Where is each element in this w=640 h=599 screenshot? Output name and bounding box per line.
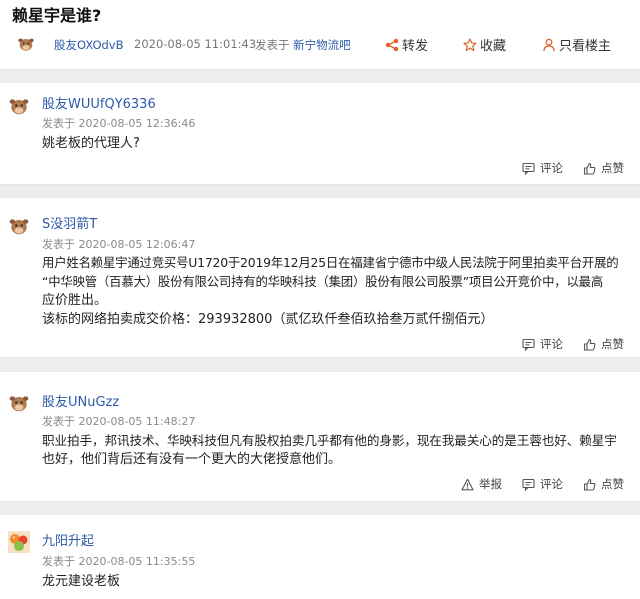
post-title: 赖星宇是谁? <box>12 6 102 25</box>
like-label: 点赞 <box>601 477 624 491</box>
comment-line: 也好，他们背后还有没有一个更大的大佬授意他们。 <box>42 452 342 467</box>
comment-time: 发表于 2020-08-05 12:06:47 <box>42 236 195 252</box>
comment-item: 股友WUUfQY6336 发表于 2020-08-05 12:36:46 姚老板… <box>0 83 640 185</box>
report-button[interactable]: 举报 <box>461 476 502 492</box>
comment-line: 该标的网络拍卖成交价格：293932800（贰亿玖仟叁佰玖拾叁万贰仟捌佰元） <box>42 312 494 327</box>
posted-prefix: 发表于 <box>42 238 75 251</box>
comment-item: S没羽箭T 发表于 2020-08-05 12:06:47 用户姓名赖星宇通过竞… <box>0 198 640 358</box>
posted-in-prefix: 发表于 <box>255 38 290 52</box>
favorite-label: 收藏 <box>480 39 507 54</box>
comment-timestamp: 2020-08-05 12:36:46 <box>78 117 196 130</box>
comment-timestamp: 2020-08-05 11:48:27 <box>78 415 196 428</box>
post-board-info: 发表于 新宁物流吧 <box>255 37 351 53</box>
comment-line: 职业拍手，邦讯技术、华映科技但凡有股权拍卖几乎都有他的身影，现在我最关心的是王蓉… <box>42 433 617 448</box>
post-header: 赖星宇是谁? 股友OXOdvB 2020-08-05 11:01:43 发表于 … <box>0 0 640 70</box>
comment-actions: 评论 点赞 <box>522 160 624 176</box>
star-icon <box>463 37 477 51</box>
favorite-button[interactable]: 收藏 <box>463 35 506 54</box>
share-button[interactable]: 转发 <box>385 35 428 54</box>
comment-line: “中华映管（百慕大）股份有限公司持有的华映科技（集团）股份有限公司股票”项目公开… <box>42 274 604 289</box>
share-icon <box>385 38 399 51</box>
comment-author[interactable]: 九阳升起 <box>42 530 94 549</box>
comment-actions: 举报 评论 点赞 <box>461 476 624 492</box>
thumbs-up-icon <box>583 478 596 491</box>
comment-item: 股友UNuGzz 发表于 2020-08-05 11:48:27 职业拍手，邦讯… <box>0 372 640 502</box>
comment-body: 职业拍手，邦讯技术、华映科技但凡有股权拍卖几乎都有他的身影，现在我最关心的是王蓉… <box>42 431 634 469</box>
comment-body: 用户姓名赖星宇通过竞买号U1720于2019年12月25日在福建省宁德市中级人民… <box>42 253 634 329</box>
comment-author[interactable]: 股友UNuGzz <box>42 391 119 410</box>
comment-time: 发表于 2020-08-05 11:48:27 <box>42 413 195 429</box>
comment-actions: 评论 点赞 <box>522 336 624 352</box>
board-link[interactable]: 新宁物流吧 <box>293 38 351 52</box>
comment-button[interactable]: 评论 <box>522 476 563 492</box>
commenter-avatar-icon[interactable] <box>8 531 30 553</box>
comment-author[interactable]: 股友WUUfQY6336 <box>42 93 156 112</box>
report-label: 举报 <box>479 477 502 491</box>
comment-line: 龙元建设老板 <box>42 574 121 589</box>
like-button[interactable]: 点赞 <box>583 336 624 352</box>
comment-line: 姚老板的代理人? <box>42 136 140 151</box>
comment-time: 发表于 2020-08-05 11:35:55 <box>42 553 195 569</box>
comment-timestamp: 2020-08-05 11:35:55 <box>78 555 196 568</box>
comment-timestamp: 2020-08-05 12:06:47 <box>78 238 196 251</box>
comment-button[interactable]: 评论 <box>522 160 563 176</box>
like-label: 点赞 <box>601 161 624 175</box>
comment-icon <box>522 478 535 491</box>
author-avatar-icon[interactable] <box>17 35 35 53</box>
thumbs-up-icon <box>583 338 596 351</box>
comment-icon <box>522 338 535 351</box>
post-time: 2020-08-05 11:01:43 <box>134 37 257 51</box>
comment-body: 姚老板的代理人? <box>42 134 634 153</box>
commenter-avatar-icon[interactable] <box>8 392 30 414</box>
comment-body: 龙元建设老板 <box>42 572 634 591</box>
like-button[interactable]: 点赞 <box>583 476 624 492</box>
person-icon <box>543 38 555 51</box>
comment-icon <box>522 162 535 175</box>
commenter-avatar-icon[interactable] <box>8 215 30 237</box>
post-meta: 股友OXOdvB 2020-08-05 11:01:43 发表于 新宁物流吧 转… <box>0 34 640 56</box>
comment-label: 评论 <box>540 337 563 351</box>
posted-prefix: 发表于 <box>42 415 75 428</box>
comment-time: 发表于 2020-08-05 12:36:46 <box>42 115 195 131</box>
posted-prefix: 发表于 <box>42 555 75 568</box>
owner-only-label: 只看楼主 <box>559 39 612 54</box>
like-label: 点赞 <box>601 337 624 351</box>
comment-line: 用户姓名赖星宇通过竞买号U1720于2019年12月25日在福建省宁德市中级人民… <box>42 255 619 270</box>
commenter-avatar-icon[interactable] <box>8 95 30 117</box>
comment-item: 九阳升起 发表于 2020-08-05 11:35:55 龙元建设老板 <box>0 515 640 599</box>
posted-prefix: 发表于 <box>42 117 75 130</box>
post-author-link[interactable]: 股友OXOdvB <box>54 37 124 53</box>
comment-label: 评论 <box>540 477 563 491</box>
owner-only-button[interactable]: 只看楼主 <box>542 35 611 54</box>
comment-label: 评论 <box>540 161 563 175</box>
comment-button[interactable]: 评论 <box>522 336 563 352</box>
like-button[interactable]: 点赞 <box>583 160 624 176</box>
comment-author[interactable]: S没羽箭T <box>42 213 97 232</box>
share-label: 转发 <box>402 39 429 54</box>
thumbs-up-icon <box>583 162 596 175</box>
comment-line: 应价胜出。 <box>42 293 108 308</box>
warning-icon <box>461 478 474 490</box>
